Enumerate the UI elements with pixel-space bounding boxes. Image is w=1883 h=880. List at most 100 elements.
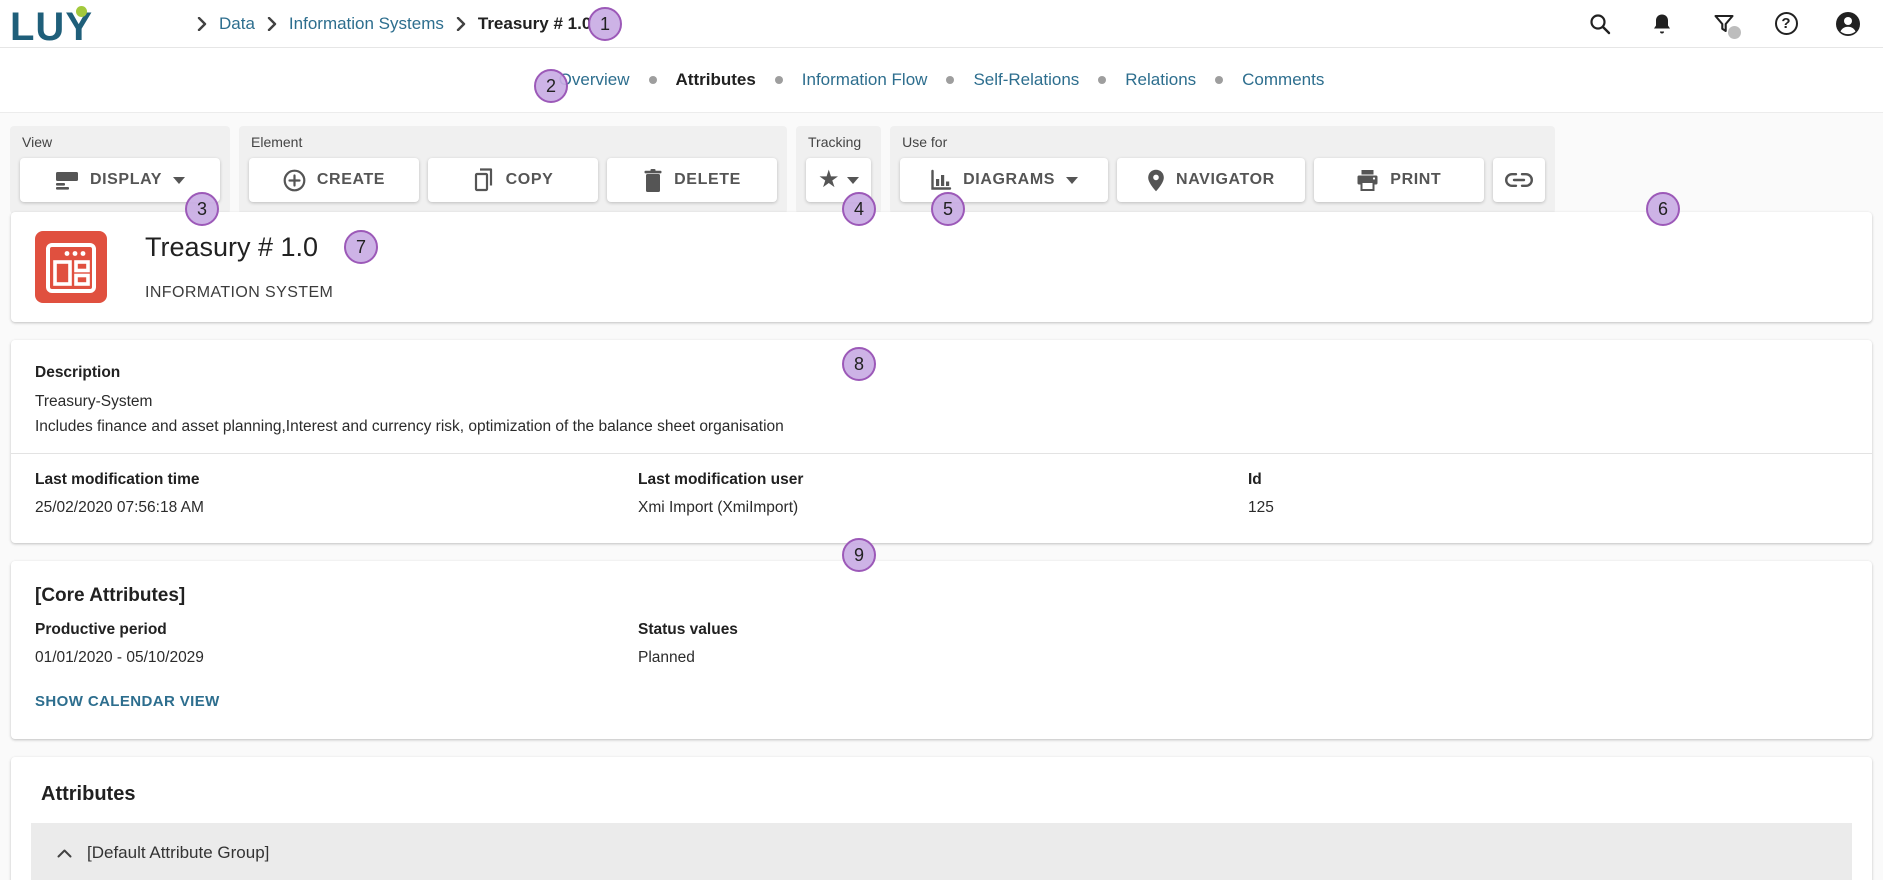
annotation-marker-3: 3 — [185, 192, 219, 226]
navigator-button-label: NAVIGATOR — [1176, 171, 1275, 189]
information-system-icon — [35, 231, 107, 303]
entity-title: Treasury # 1.0 — [145, 232, 333, 263]
group-label-view: View — [22, 134, 218, 150]
account-icon[interactable] — [1835, 11, 1861, 37]
breadcrumb-item-information-systems[interactable]: Information Systems — [289, 14, 444, 34]
entity-type-label: INFORMATION SYSTEM — [145, 284, 333, 302]
field-label: Last modification time — [35, 471, 638, 489]
diagrams-button-label: DIAGRAMS — [963, 171, 1055, 189]
navigator-button[interactable]: NAVIGATOR — [1117, 158, 1305, 202]
tab-attributes[interactable]: Attributes — [676, 70, 756, 90]
field-label: Productive period — [35, 621, 638, 639]
field-value: 01/01/2020 - 05/10/2029 — [35, 649, 638, 667]
default-attribute-group-header[interactable]: [Default Attribute Group] — [31, 823, 1852, 880]
star-icon: ★ — [818, 168, 840, 192]
attribute-group-title: [Default Attribute Group] — [87, 843, 269, 863]
tab-comments[interactable]: Comments — [1242, 70, 1324, 90]
group-label-element: Element — [251, 134, 775, 150]
tab-information-flow[interactable]: Information Flow — [802, 70, 928, 90]
field-status-values: Status values Planned — [638, 621, 1848, 667]
field-value: Xmi Import (XmiImport) — [638, 499, 1248, 517]
show-calendar-view-link[interactable]: SHOW CALENDAR VIEW — [35, 693, 220, 710]
annotation-marker-9: 9 — [842, 538, 876, 572]
caret-down-icon — [847, 177, 859, 184]
tab-separator-dot — [1098, 76, 1106, 84]
notifications-bell-icon[interactable] — [1649, 11, 1675, 37]
field-value: Planned — [638, 649, 1848, 667]
annotation-marker-4: 4 — [842, 192, 876, 226]
copy-button-label: COPY — [506, 171, 554, 189]
diagrams-button[interactable]: DIAGRAMS — [900, 158, 1108, 202]
field-value: 25/02/2020 07:56:18 AM — [35, 499, 638, 517]
breadcrumb: Data Information Systems Treasury # 1.0 — [197, 14, 591, 34]
field-label: Id — [1248, 471, 1848, 489]
logo-green-dot — [76, 6, 87, 17]
plus-circle-icon — [283, 169, 306, 192]
annotation-marker-2: 2 — [534, 69, 568, 103]
caret-down-icon — [173, 177, 185, 184]
toolbar-group-element: Element CREATE COPY DELETE — [239, 126, 787, 214]
core-attributes-card: [Core Attributes] Productive period 01/0… — [11, 561, 1872, 739]
tab-relations[interactable]: Relations — [1125, 70, 1196, 90]
chevron-right-icon — [197, 17, 207, 31]
printer-icon — [1356, 169, 1379, 191]
entity-header-card: Treasury # 1.0 INFORMATION SYSTEM — [11, 212, 1872, 322]
annotation-marker-1: 1 — [588, 7, 622, 41]
trash-icon — [643, 169, 663, 192]
luy-logo[interactable]: LUY — [10, 5, 93, 49]
description-line-2: Includes finance and asset planning,Inte… — [35, 416, 1848, 438]
field-last-modification-time: Last modification time 25/02/2020 07:56:… — [35, 471, 638, 517]
tab-self-relations[interactable]: Self-Relations — [973, 70, 1079, 90]
annotation-marker-7: 7 — [344, 230, 378, 264]
field-label: Last modification user — [638, 471, 1248, 489]
copy-link-button[interactable] — [1493, 158, 1545, 202]
description-card: Description Treasury-System Includes fin… — [11, 340, 1872, 543]
tab-overview[interactable]: Overview — [559, 70, 630, 90]
tab-separator-dot — [775, 76, 783, 84]
help-icon[interactable]: ? — [1773, 11, 1799, 37]
entity-heading-block: Treasury # 1.0 INFORMATION SYSTEM — [145, 232, 333, 302]
field-value: 125 — [1248, 499, 1848, 517]
description-line-1: Treasury-System — [35, 391, 1848, 413]
annotation-marker-5: 5 — [931, 192, 965, 226]
tab-separator-dot — [1215, 76, 1223, 84]
toolbar-group-use-for: Use for DIAGRAMS NAVIGATOR PRINT — [890, 126, 1555, 214]
annotation-marker-6: 6 — [1646, 192, 1680, 226]
annotation-marker-8: 8 — [842, 347, 876, 381]
copy-button[interactable]: COPY — [428, 158, 598, 202]
chevron-right-icon — [456, 17, 466, 31]
link-icon — [1505, 172, 1533, 188]
print-button[interactable]: PRINT — [1314, 158, 1484, 202]
display-button-label: DISPLAY — [90, 171, 162, 189]
field-last-modification-user: Last modification user Xmi Import (XmiIm… — [638, 471, 1248, 517]
tab-separator-dot — [649, 76, 657, 84]
caret-down-icon — [1066, 177, 1078, 184]
breadcrumb-current-item: Treasury # 1.0 — [478, 14, 591, 34]
field-id: Id 125 — [1248, 471, 1848, 517]
filter-badge-dot — [1728, 26, 1741, 39]
chevron-right-icon — [267, 17, 277, 31]
delete-button-label: DELETE — [674, 171, 741, 189]
attributes-card: Attributes [Default Attribute Group] Sys… — [11, 757, 1872, 880]
filter-icon[interactable] — [1711, 11, 1737, 37]
help-glyph: ? — [1775, 12, 1798, 35]
print-button-label: PRINT — [1390, 171, 1441, 189]
location-pin-icon — [1147, 169, 1165, 192]
group-label-tracking: Tracking — [808, 134, 869, 150]
luy-app: { "header": { "logo": "LUY", "breadcrumb… — [0, 0, 1883, 880]
create-button[interactable]: CREATE — [249, 158, 419, 202]
description-heading: Description — [35, 364, 1848, 382]
app-header: LUY Data Information Systems Treasury # … — [0, 0, 1883, 48]
modification-fields-row: Last modification time 25/02/2020 07:56:… — [11, 454, 1872, 517]
search-icon[interactable] — [1587, 11, 1613, 37]
detail-tabbar: Overview Attributes Information Flow Sel… — [0, 48, 1883, 113]
breadcrumb-item-data[interactable]: Data — [219, 14, 255, 34]
field-label: Status values — [638, 621, 1848, 639]
core-attributes-heading: [Core Attributes] — [35, 585, 1848, 607]
delete-button[interactable]: DELETE — [607, 158, 777, 202]
display-icon — [55, 170, 79, 190]
appbar-actions: ? — [1587, 11, 1861, 37]
attributes-heading: Attributes — [41, 783, 1872, 806]
field-productive-period: Productive period 01/01/2020 - 05/10/202… — [35, 621, 638, 667]
chevron-up-icon — [57, 849, 72, 858]
